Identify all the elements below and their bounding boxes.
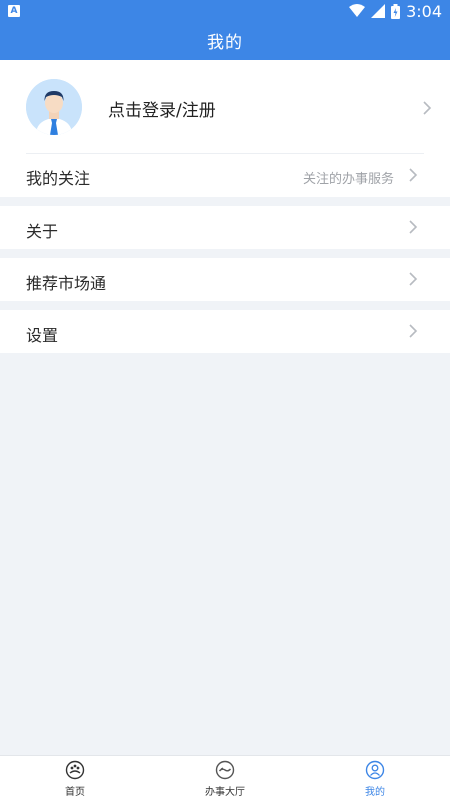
status-bar: A 3:04 <box>0 0 450 22</box>
menu-item-about[interactable]: 关于 <box>0 206 450 249</box>
my-follow-row[interactable]: 我的关注 关注的办事服务 <box>0 154 450 197</box>
top-bar: A 3:04 我的 <box>0 0 450 60</box>
service-hall-icon <box>215 760 235 780</box>
profile-card: 点击登录/注册 我的关注 关注的办事服务 <box>0 60 450 197</box>
home-icon <box>65 760 85 780</box>
page-title: 我的 <box>207 33 243 53</box>
menu-item-label: 推荐市场通 <box>26 274 107 293</box>
avatar[interactable] <box>26 79 82 135</box>
tab-mine[interactable]: 我的 <box>300 756 450 801</box>
signal-icon <box>371 4 386 18</box>
default-user-avatar-icon <box>26 79 82 135</box>
my-follow-label: 我的关注 <box>26 169 91 188</box>
menu-item-settings[interactable]: 设置 <box>0 310 450 353</box>
status-indicators: 3:04 <box>349 1 442 21</box>
menu-item-recommend-market[interactable]: 推荐市场通 <box>0 258 450 301</box>
app-notification-icon: A <box>8 5 20 17</box>
tab-label: 我的 <box>365 787 385 798</box>
menu-item-label: 关于 <box>26 222 59 241</box>
login-register-label[interactable]: 点击登录/注册 <box>108 96 216 121</box>
battery-icon <box>391 3 401 19</box>
tab-label: 办事大厅 <box>205 787 245 798</box>
tab-home[interactable]: 首页 <box>0 756 150 801</box>
wifi-icon <box>349 4 366 17</box>
profile-icon <box>365 760 385 780</box>
status-time: 3:04 <box>406 1 442 21</box>
my-follow-sublabel: 关注的办事服务 <box>302 172 394 187</box>
menu-item-label: 设置 <box>26 326 59 345</box>
chevron-right-icon <box>409 324 418 338</box>
chevron-right-icon <box>409 220 418 234</box>
login-row[interactable]: 点击登录/注册 <box>0 60 450 153</box>
tab-service-hall[interactable]: 办事大厅 <box>150 756 300 801</box>
chevron-right-icon <box>409 168 418 182</box>
chevron-right-icon <box>423 101 432 115</box>
bottom-tab-bar: 首页 办事大厅 我的 <box>0 755 450 801</box>
tab-label: 首页 <box>65 787 85 798</box>
chevron-right-icon <box>409 272 418 286</box>
